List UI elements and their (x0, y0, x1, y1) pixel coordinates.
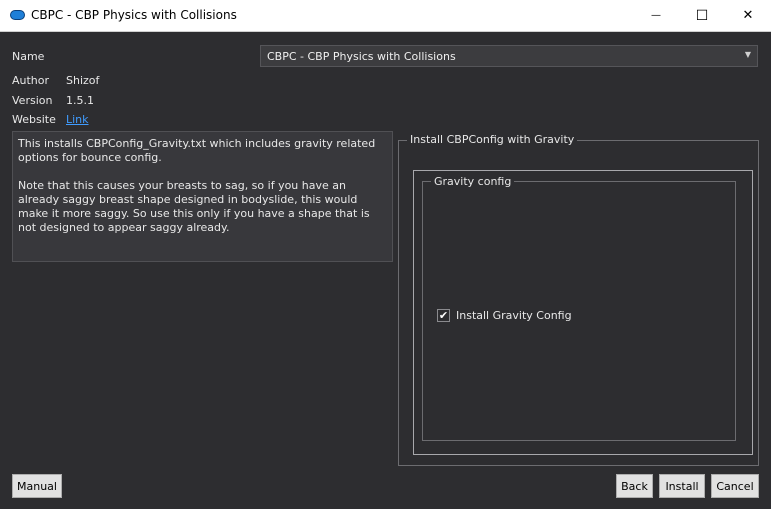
minimize-icon: — (651, 10, 661, 21)
title-bar: CBPC - CBP Physics with Collisions — ☐ ✕ (0, 0, 771, 32)
install-button[interactable]: Install (659, 474, 705, 498)
manual-button[interactable]: Manual (12, 474, 62, 498)
version-value: 1.5.1 (66, 94, 94, 107)
name-label: Name (12, 50, 45, 63)
close-button[interactable]: ✕ (725, 0, 771, 31)
name-dropdown[interactable]: CBPC - CBP Physics with Collisions ▼ (260, 45, 758, 67)
author-label: Author (12, 74, 50, 87)
website-link[interactable]: Link (66, 113, 89, 126)
maximize-button[interactable]: ☐ (679, 0, 725, 31)
website-label: Website (12, 113, 56, 126)
close-icon: ✕ (742, 8, 754, 23)
minimize-button[interactable]: — (633, 0, 679, 31)
description-paragraph-2: Note that this causes your breasts to sa… (18, 179, 370, 234)
checkmark-icon: ✔ (438, 309, 449, 322)
back-button[interactable]: Back (616, 474, 653, 498)
version-label: Version (12, 94, 53, 107)
name-dropdown-value: CBPC - CBP Physics with Collisions (267, 50, 456, 63)
description-paragraph-1: This installs CBPConfig_Gravity.txt whic… (18, 137, 376, 164)
chevron-down-icon: ▼ (744, 50, 751, 59)
gravity-config-title: Gravity config (431, 175, 515, 188)
options-group-title: Install CBPConfig with Gravity (407, 133, 578, 146)
window-title: CBPC - CBP Physics with Collisions (31, 8, 237, 22)
app-icon (10, 10, 25, 20)
cancel-button[interactable]: Cancel (711, 474, 759, 498)
maximize-icon: ☐ (695, 7, 709, 24)
author-value: Shizof (66, 74, 100, 87)
install-gravity-label[interactable]: Install Gravity Config (456, 309, 572, 322)
description-box: This installs CBPConfig_Gravity.txt whic… (12, 131, 393, 262)
install-gravity-checkbox[interactable]: ✔ (437, 309, 450, 322)
